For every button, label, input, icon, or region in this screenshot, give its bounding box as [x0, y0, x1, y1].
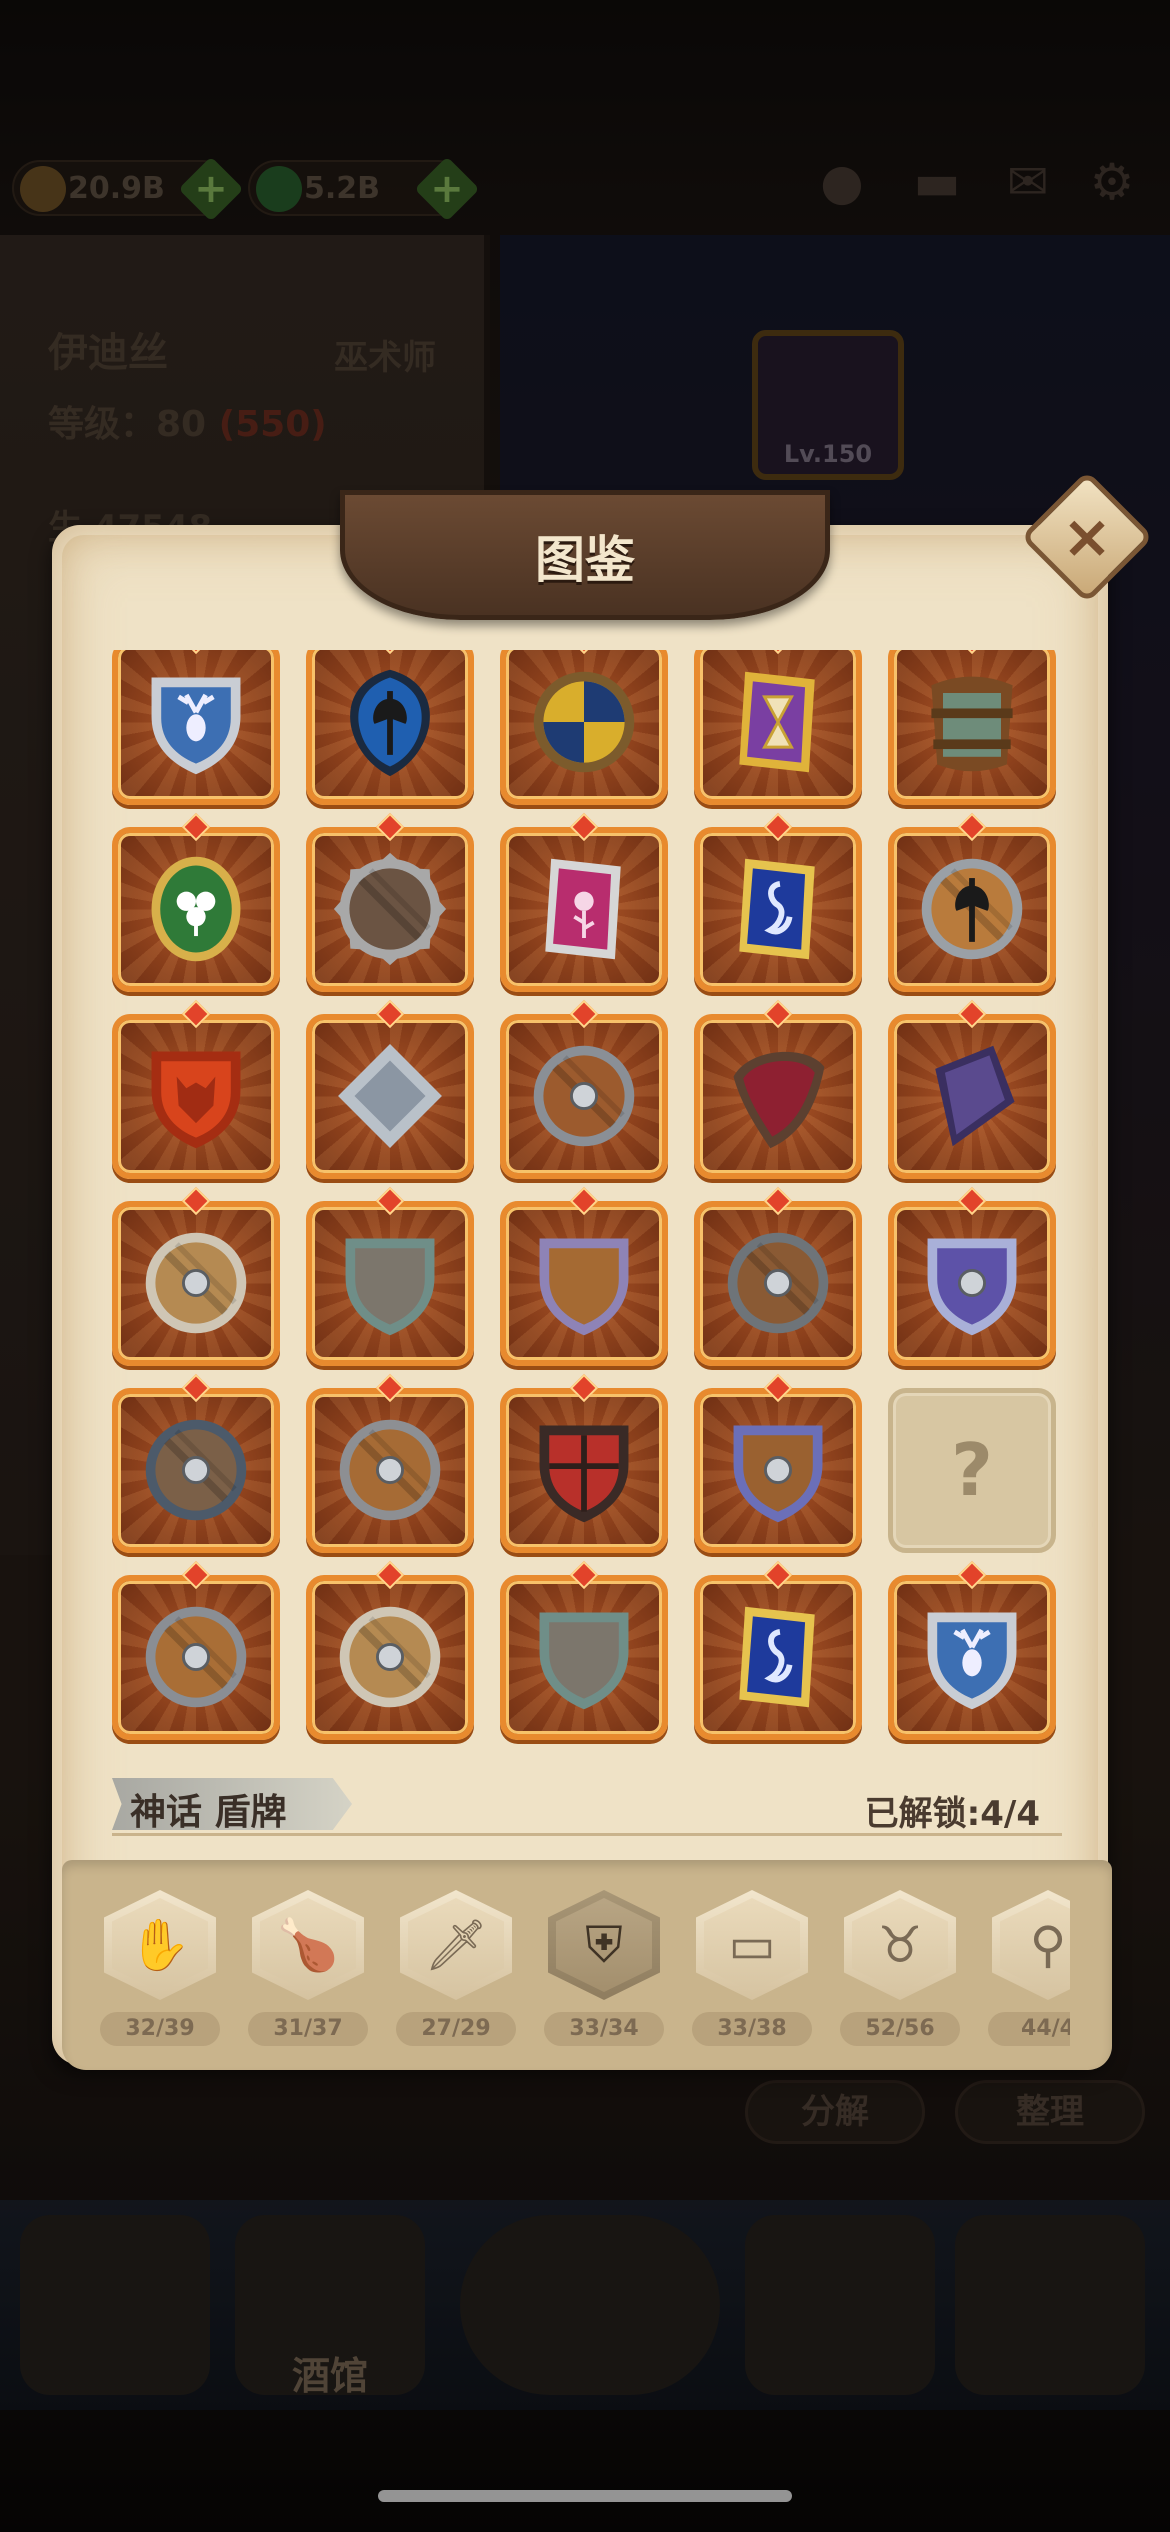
item-tile-blue-rim-heater-shield[interactable]	[694, 1373, 862, 1553]
dark-wood-round-shield-icon	[145, 1419, 247, 1521]
item-tile-plank-heater-shield[interactable]	[500, 1186, 668, 1366]
tab-count: 31/37	[248, 2012, 368, 2046]
item-tile-hourglass-shield[interactable]	[694, 650, 862, 805]
yellow-blue-round-shield-icon	[533, 671, 635, 773]
item-tile-dark-wood-round-shield[interactable]	[112, 1373, 280, 1553]
modal-title: 图鉴	[535, 531, 635, 589]
item-tile-seahorse-tower-shield-2[interactable]	[694, 1560, 862, 1740]
category-name: 神话 盾牌	[130, 1792, 287, 1833]
hourglass-shield-icon	[739, 671, 815, 773]
club-icon: 🍗	[276, 1916, 340, 1974]
bronze-buckler-icon	[145, 1232, 247, 1334]
axe-kite-shield-icon	[350, 669, 430, 777]
barrel-shield-icon	[931, 676, 1013, 772]
steel-square-shield-icon	[338, 1044, 442, 1148]
spiked-stone-shield-icon	[333, 852, 447, 966]
violet-boss-shield-icon	[927, 1238, 1017, 1336]
staff-icon: ⚲	[1029, 1916, 1067, 1974]
sword-icon: 🗡	[424, 1916, 488, 1974]
item-tile-stone-heater-shield-2[interactable]	[500, 1560, 668, 1740]
item-tile-axe-round-shield[interactable]	[888, 812, 1056, 992]
item-tile-stag-heater-shield-2[interactable]	[888, 1560, 1056, 1740]
helmet-icon: ♉	[877, 1916, 923, 1974]
close-icon[interactable]: ×	[1040, 490, 1134, 584]
plank-heater-shield-icon	[539, 1238, 629, 1336]
item-tile-stone-heater-shield[interactable]	[306, 1186, 474, 1366]
iron-boss-round-shield-icon	[727, 1232, 829, 1334]
blue-rim-heater-shield-icon	[733, 1425, 823, 1523]
tab-count: 32/39	[100, 2012, 220, 2046]
section-divider	[112, 1833, 1062, 1836]
item-tile-axe-kite-shield[interactable]	[306, 650, 474, 805]
shield-icon: ⛨	[585, 1916, 623, 1974]
tab-shield[interactable]: ⛨ 33/34	[544, 1870, 664, 2060]
boss-wood-round-shield-icon	[533, 1045, 635, 1147]
item-tile-wolf-heater-shield[interactable]	[112, 999, 280, 1179]
tab-sword[interactable]: 🗡 27/29	[396, 1870, 516, 2060]
item-tile-clover-oval-shield[interactable]	[112, 812, 280, 992]
axe-round-shield-icon	[921, 858, 1023, 960]
riveted-round-shield-icon	[339, 1419, 441, 1521]
game-screen: { "currency": {"gold": "20.9B", "gems": …	[0, 0, 1170, 2532]
rose-banner-shield-icon	[545, 858, 621, 960]
spiked-boss-round-shield-icon	[145, 1606, 247, 1708]
seahorse-tower-shield-icon	[739, 858, 815, 960]
item-tile-boss-wood-round-shield[interactable]	[500, 999, 668, 1179]
tab-count: 44/4	[988, 2012, 1070, 2046]
item-tile-spiked-boss-round-shield[interactable]	[112, 1560, 280, 1740]
item-tile-stag-heater-shield[interactable]	[112, 650, 280, 805]
gloves-icon: ✋	[128, 1916, 192, 1974]
item-tile-crimson-crescent-shield[interactable]	[694, 999, 862, 1179]
item-tile-bronze-buckler-2[interactable]	[306, 1560, 474, 1740]
stone-heater-shield-2-icon	[539, 1612, 629, 1710]
item-tile-rose-banner-shield[interactable]	[500, 812, 668, 992]
tab-gloves[interactable]: ✋ 32/39	[100, 1870, 220, 2060]
seahorse-tower-shield-2-icon	[739, 1606, 815, 1708]
tab-count: 33/38	[692, 2012, 812, 2046]
item-tile-violet-slab-shield[interactable]	[888, 999, 1056, 1179]
item-tile-bronze-buckler[interactable]	[112, 1186, 280, 1366]
tab-count: 33/34	[544, 2012, 664, 2046]
category-tabs: ✋ 32/39 🍗 31/37 🗡 27/29 ⛨ 33/34 ▭ 33/38 ♉ 52/56 ⚲ 44/…	[100, 1870, 1070, 2060]
bronze-buckler-2-icon	[339, 1606, 441, 1708]
tab-count: 27/29	[396, 2012, 516, 2046]
violet-slab-shield-icon	[935, 1045, 1015, 1147]
stag-heater-shield-2-icon	[927, 1612, 1017, 1710]
clover-oval-shield-icon	[151, 856, 241, 962]
item-tile-red-quartered-shield[interactable]	[500, 1373, 668, 1553]
red-quartered-shield-icon	[539, 1425, 629, 1523]
stag-heater-shield-icon	[151, 677, 241, 775]
item-tile-seahorse-tower-shield[interactable]	[694, 812, 862, 992]
locked-question-icon: ?	[951, 1428, 993, 1512]
item-tile-steel-square-shield[interactable]	[306, 999, 474, 1179]
unlock-count: 已解锁:4/4	[864, 1794, 1040, 1834]
item-grid: ?	[112, 650, 1062, 1750]
item-tile-yellow-blue-round-shield[interactable]	[500, 650, 668, 805]
wolf-heater-shield-icon	[151, 1051, 241, 1149]
tab-club[interactable]: 🍗 31/37	[248, 1870, 368, 2060]
tab-count: 52/56	[840, 2012, 960, 2046]
item-tile-iron-boss-round-shield[interactable]	[694, 1186, 862, 1366]
tab-staff[interactable]: ⚲ 44/4	[988, 1870, 1070, 2060]
item-tile-riveted-round-shield[interactable]	[306, 1373, 474, 1553]
locked-item-slot[interactable]: ?	[888, 1388, 1056, 1553]
book-icon: ▭	[728, 1916, 776, 1974]
tab-book[interactable]: ▭ 33/38	[692, 1870, 812, 2060]
tab-helmet[interactable]: ♉ 52/56	[840, 1870, 960, 2060]
item-tile-spiked-stone-shield[interactable]	[306, 812, 474, 992]
item-tile-violet-boss-shield[interactable]	[888, 1186, 1056, 1366]
crimson-crescent-shield-icon	[733, 1051, 825, 1149]
item-tile-barrel-shield[interactable]	[888, 650, 1056, 805]
stone-heater-shield-icon	[345, 1238, 435, 1336]
